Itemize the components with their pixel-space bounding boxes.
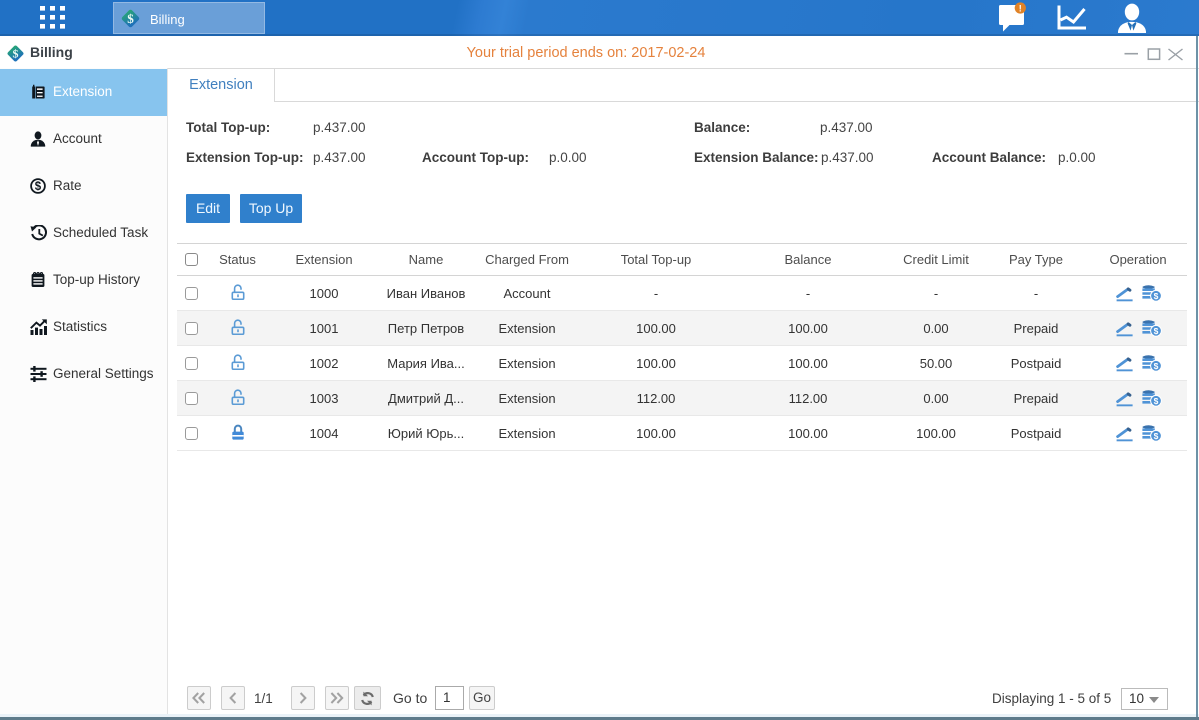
svg-text:$: $ [127,11,134,26]
svg-text:$: $ [13,47,19,61]
svg-text:!: ! [1019,3,1022,13]
svg-text:$: $ [35,181,42,193]
